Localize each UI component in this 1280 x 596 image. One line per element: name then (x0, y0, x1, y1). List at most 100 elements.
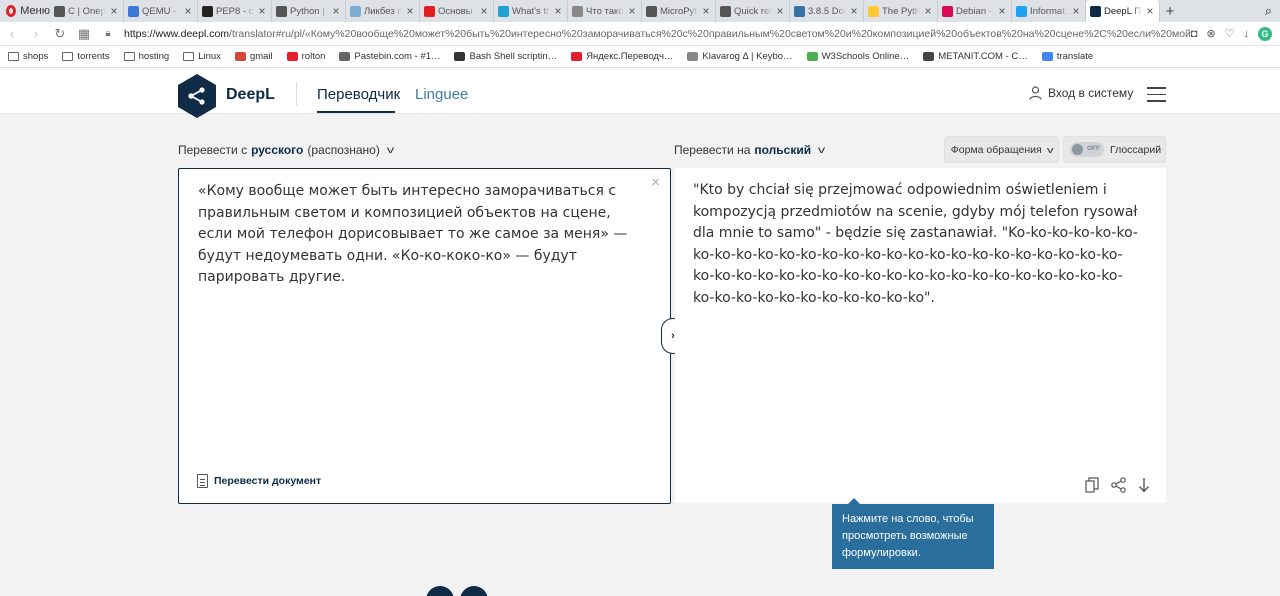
gmail-icon (234, 52, 246, 61)
bookmark-item[interactable]: Klavarog Δ | Keybo… (687, 51, 793, 62)
bookmark-item[interactable]: METANIT.COM - C… (923, 51, 1028, 62)
hamburger-menu-icon[interactable] (1147, 87, 1166, 107)
bookmark-label: Klavarog Δ | Keybo… (702, 51, 793, 62)
heart-icon[interactable]: ♡ (1225, 27, 1235, 40)
tab-label: PEP8 - c… (216, 5, 254, 17)
deepl-logo-text[interactable]: DeepL (226, 86, 275, 104)
tab-favicon-icon (54, 5, 65, 17)
tab-close-icon[interactable]: × (849, 4, 859, 18)
source-text-panel[interactable]: «Кому вообще может быть интересно замора… (178, 168, 671, 504)
tab-close-icon[interactable]: × (1145, 4, 1155, 18)
bottom-decoration (426, 586, 488, 596)
source-language-selector[interactable]: Перевести с русского (распознано) v (178, 143, 394, 157)
download-arrow-icon[interactable] (1138, 477, 1150, 493)
tab-close-icon[interactable]: × (997, 4, 1007, 18)
bookmark-label: torrents (77, 51, 110, 62)
folder-icon (62, 52, 74, 61)
browser-tab[interactable]: Python | E…× (272, 0, 346, 22)
source-textarea[interactable]: «Кому вообще может быть интересно замора… (198, 181, 638, 289)
glossary-toggle[interactable]: OFF Глоссарий (1063, 136, 1166, 163)
tab-favicon-icon (128, 5, 139, 17)
folder-icon (183, 52, 195, 61)
clear-text-icon[interactable]: × (651, 174, 660, 191)
formality-dropdown[interactable]: Форма обращения v (944, 136, 1059, 163)
chevron-down-icon: v (817, 144, 826, 156)
tab-close-icon[interactable]: × (479, 4, 489, 18)
tab-close-icon[interactable]: × (183, 4, 193, 18)
bookmark-item[interactable]: W3Schools Online… (806, 51, 909, 62)
snapshot-icon[interactable]: ◘ (1191, 28, 1198, 40)
translate-document-button[interactable]: Перевести документ (197, 474, 321, 488)
bookmark-item[interactable]: Яндекс.Переводч… (571, 51, 673, 62)
browser-tab[interactable]: What's th…× (494, 0, 568, 22)
bookmark-label: METANIT.COM - C… (938, 51, 1028, 62)
speed-dial-icon[interactable]: ▦ (72, 26, 96, 42)
nav-translator-tab[interactable]: Переводчик (317, 86, 400, 103)
download-icon[interactable]: ↓ (1244, 28, 1250, 40)
toggle-switch[interactable]: OFF (1070, 142, 1104, 157)
share-icon[interactable] (1111, 477, 1126, 493)
toggle-knob (1072, 144, 1083, 155)
nav-linguee-tab[interactable]: Linguee (415, 86, 468, 103)
metanit-icon (923, 52, 935, 61)
opera-menu-button[interactable]: Меню (0, 0, 50, 22)
grammarly-icon[interactable]: G (1258, 26, 1272, 41)
source-lang-name: русского (251, 143, 304, 157)
browser-tab[interactable]: Ликбез п…× (346, 0, 420, 22)
copy-icon[interactable] (1085, 477, 1099, 493)
browser-tab[interactable]: QEMU - /…× (124, 0, 198, 22)
bookmark-label: Яндекс.Переводч… (586, 51, 674, 62)
reload-icon[interactable]: ↻ (48, 26, 72, 42)
tab-close-icon[interactable]: × (109, 4, 119, 18)
tab-close-icon[interactable]: × (405, 4, 415, 18)
bookmark-item[interactable]: torrents (62, 51, 110, 62)
browser-tab[interactable]: Quick ref…× (716, 0, 790, 22)
browser-tab[interactable]: 3.8.5 Doc…× (790, 0, 864, 22)
tab-close-icon[interactable]: × (1071, 4, 1081, 18)
bookmark-item[interactable]: Pastebin.com - #1… (339, 51, 440, 62)
browser-tab[interactable]: DeepL П…× (1086, 0, 1160, 22)
tab-close-icon[interactable]: × (331, 4, 341, 18)
menu-label: Меню (20, 5, 50, 17)
browser-tabbar: Меню C | Onep…×QEMU - /…×PEP8 - c…×Pytho… (0, 0, 1280, 22)
bookmark-item[interactable]: translate (1041, 51, 1093, 62)
browser-tab[interactable]: Основы С…× (420, 0, 494, 22)
tab-close-icon[interactable]: × (553, 4, 563, 18)
login-button[interactable]: Вход в систему (1029, 86, 1133, 100)
bookmark-item[interactable]: hosting (123, 51, 169, 62)
tab-close-icon[interactable]: × (775, 4, 785, 18)
folder-icon (8, 52, 19, 61)
tab-favicon-icon (424, 5, 435, 17)
deepl-logo-icon[interactable] (178, 74, 216, 118)
bookmark-item[interactable]: gmail (234, 51, 273, 62)
url-host: https://www.deepl.com (124, 27, 230, 40)
browser-tab[interactable]: MicroPyt…× (642, 0, 716, 22)
new-tab-icon[interactable]: + (1160, 3, 1180, 20)
bookmark-item[interactable]: shops (8, 51, 48, 62)
back-icon[interactable]: ‹ (0, 26, 24, 41)
tab-close-icon[interactable]: × (257, 4, 267, 18)
browser-tab[interactable]: Informat…× (1012, 0, 1086, 22)
browser-tab[interactable]: The Pyth…× (864, 0, 938, 22)
target-lang-name: польский (754, 143, 812, 157)
target-language-selector[interactable]: Перевести на польский v (674, 143, 826, 157)
translation-actions (1085, 477, 1150, 493)
tab-close-icon[interactable]: × (701, 4, 711, 18)
browser-tab[interactable]: Debian -…× (938, 0, 1012, 22)
adblock-icon[interactable]: ⊗ (1206, 27, 1215, 40)
document-icon (197, 474, 208, 488)
translation-output[interactable]: "Kto by chciał się przejmować odpowiedni… (693, 180, 1143, 309)
bookmark-item[interactable]: Bash Shell scriptin… (454, 51, 557, 62)
browser-tab[interactable]: C | Onep…× (50, 0, 124, 22)
forward-icon[interactable]: › (24, 26, 48, 41)
bookmark-item[interactable]: rolton (286, 51, 325, 62)
browser-tab[interactable]: Что тако…× (568, 0, 642, 22)
browser-tab[interactable]: PEP8 - c…× (198, 0, 272, 22)
url-field[interactable]: https://www.deepl.com/translator#ru/pl/«… (120, 28, 1191, 40)
tab-close-icon[interactable]: × (627, 4, 637, 18)
tab-search-icon[interactable]: ⌕ (1265, 3, 1272, 19)
tab-label: 3.8.5 Doc… (808, 5, 846, 17)
tab-favicon-icon (350, 5, 361, 17)
tab-close-icon[interactable]: × (923, 4, 933, 18)
bookmark-item[interactable]: Linux (183, 51, 221, 62)
